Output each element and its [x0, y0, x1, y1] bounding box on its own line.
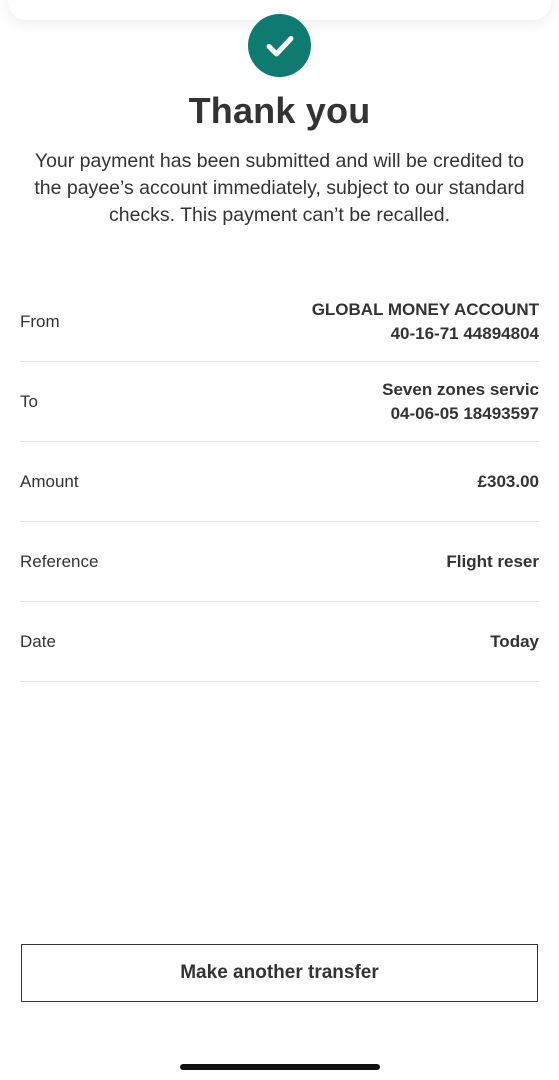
amount-label: Amount [20, 471, 79, 491]
to-label: To [20, 391, 38, 411]
from-label: From [20, 311, 60, 331]
to-value: Seven zones servic 04-06-05 18493597 [382, 378, 539, 426]
from-account-number: 40-16-71 44894804 [390, 323, 539, 343]
home-indicator[interactable] [180, 1064, 380, 1070]
make-another-transfer-button[interactable]: Make another transfer [21, 944, 538, 1002]
confirmation-message: Your payment has been submitted and will… [34, 150, 525, 226]
from-account-name: GLOBAL MONEY ACCOUNT [311, 299, 539, 319]
to-account-number: 04-06-05 18493597 [390, 403, 539, 423]
reference-value: Flight reser [446, 551, 539, 571]
detail-row-from: From GLOBAL MONEY ACCOUNT 40-16-71 44894… [20, 282, 539, 362]
date-value: Today [490, 631, 539, 651]
detail-row-to: To Seven zones servic 04-06-05 18493597 [20, 362, 539, 442]
detail-row-date: Date Today [20, 602, 539, 682]
checkmark-icon [266, 35, 293, 56]
amount-value: £303.00 [477, 471, 539, 491]
confirmation-title: Thank you [188, 90, 371, 131]
success-check-icon [248, 14, 311, 77]
from-value: GLOBAL MONEY ACCOUNT 40-16-71 44894804 [312, 298, 539, 346]
payment-details: From GLOBAL MONEY ACCOUNT 40-16-71 44894… [20, 282, 539, 682]
detail-row-amount: Amount £303.00 [20, 442, 539, 522]
to-payee-name: Seven zones servic [382, 379, 539, 399]
reference-label: Reference [20, 551, 99, 571]
date-label: Date [20, 631, 56, 651]
detail-row-reference: Reference Flight reser [20, 522, 539, 602]
